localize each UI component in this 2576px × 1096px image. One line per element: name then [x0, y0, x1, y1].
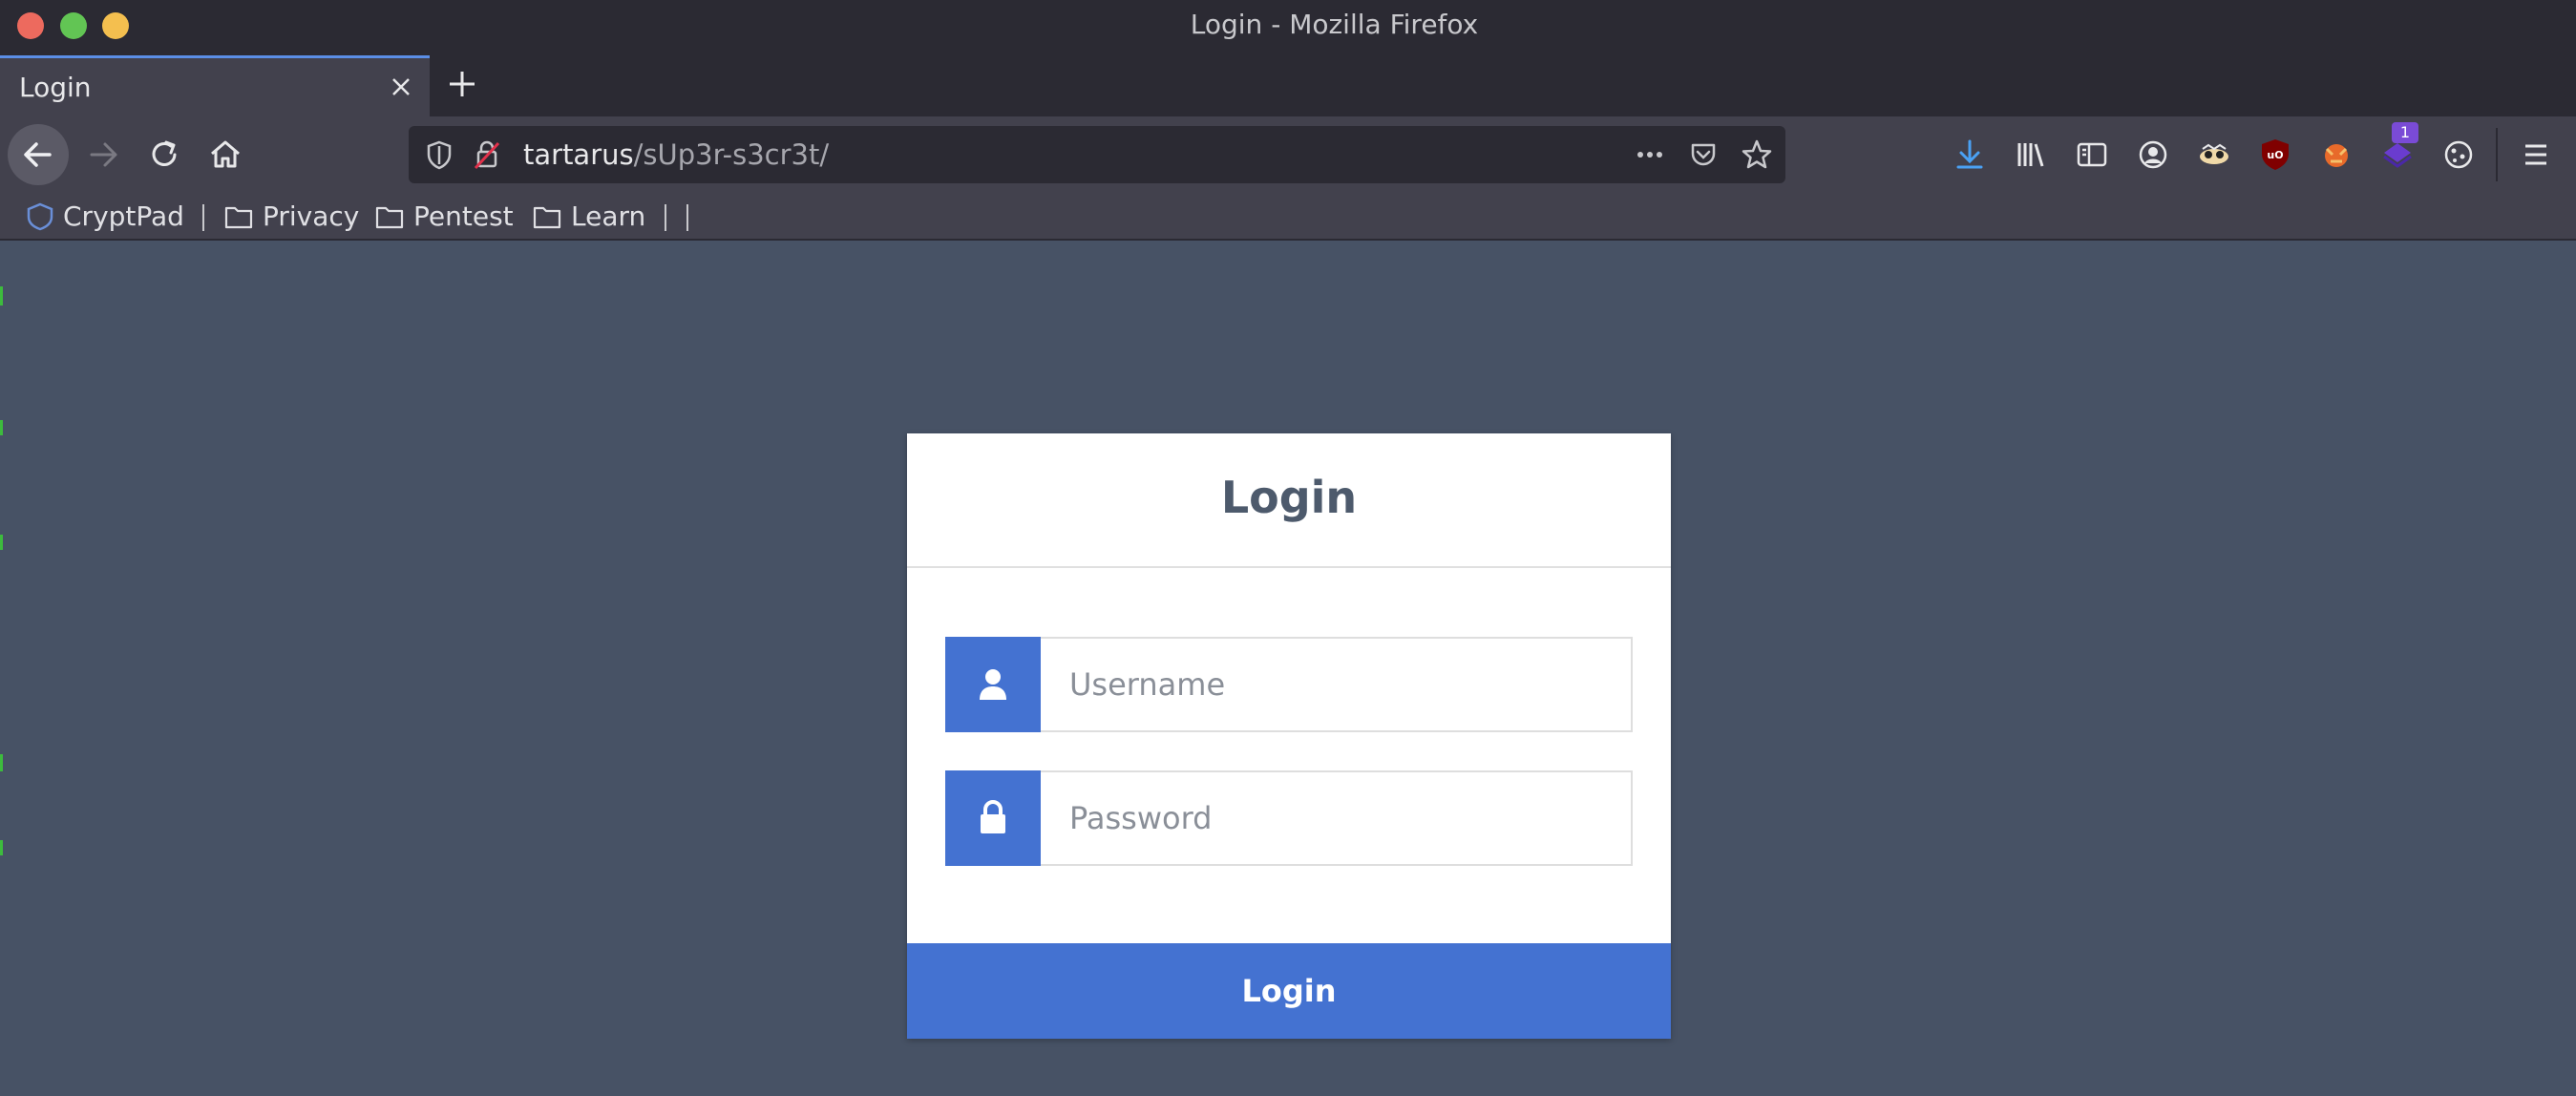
url-text[interactable]: tartarus/sUp3r-s3cr3t/ [523, 138, 829, 171]
tracking-protection-icon[interactable] [422, 137, 456, 172]
page-actions-icon[interactable] [1633, 137, 1667, 172]
insecure-connection-icon[interactable] [470, 137, 504, 172]
edge-mark [0, 754, 3, 771]
back-arrow-icon [24, 142, 52, 167]
back-button[interactable] [8, 124, 69, 185]
navigation-toolbar: tartarus/sUp3r-s3cr3t/ uO 1 [0, 116, 2576, 193]
menu-icon[interactable] [2517, 136, 2555, 174]
cookie-icon[interactable] [2439, 136, 2478, 174]
folder-icon [533, 206, 561, 229]
login-button[interactable]: Login [907, 943, 1671, 1039]
lock-icon [981, 800, 1005, 833]
edge-mark [0, 535, 3, 550]
url-host: tartarus [523, 138, 634, 171]
tab-label: Login [19, 72, 92, 103]
window-titlebar: Login - Mozilla Firefox [0, 0, 2576, 52]
password-input[interactable] [1041, 770, 1633, 866]
bookmark-folder-learn[interactable]: Learn [571, 200, 645, 232]
tab-strip: Login [0, 52, 2576, 116]
bookmark-folder-pentest[interactable]: Pentest [413, 200, 514, 232]
forward-arrow-icon[interactable] [82, 134, 124, 176]
cryptpad-icon [27, 202, 53, 231]
download-icon[interactable] [1951, 136, 1989, 174]
lock-icon-box [945, 770, 1041, 866]
bookmarks-toolbar: CryptPad Privacy Pentest Learn [0, 193, 2576, 241]
extension-icon[interactable] [2317, 136, 2355, 174]
account-icon[interactable] [2134, 136, 2172, 174]
window-title: Login - Mozilla Firefox [1190, 9, 1479, 40]
card-divider [907, 566, 1671, 568]
close-tab-icon[interactable] [386, 72, 416, 102]
extension-badge: 1 [2392, 122, 2418, 143]
svg-text:uO: uO [2267, 149, 2283, 161]
folder-icon [224, 206, 253, 229]
reload-icon[interactable] [143, 134, 185, 176]
tab-login[interactable]: Login [0, 55, 430, 116]
address-bar[interactable]: tartarus/sUp3r-s3cr3t/ [409, 126, 1785, 183]
bookmark-separator [665, 204, 666, 231]
folder-icon [375, 206, 404, 229]
url-path: /sUp3r-s3cr3t/ [633, 138, 830, 171]
password-field [945, 770, 1633, 866]
bookmark-separator [202, 204, 204, 231]
login-title: Login [1220, 472, 1358, 523]
bookmark-folder-privacy[interactable]: Privacy [263, 200, 359, 232]
pocket-icon[interactable] [1686, 137, 1721, 172]
bookmark-separator [686, 204, 688, 231]
ublock-icon[interactable]: uO [2256, 136, 2294, 174]
username-field [945, 637, 1633, 732]
toolbar-separator [2496, 128, 2498, 181]
user-icon-box [945, 637, 1041, 732]
user-icon [980, 669, 1006, 700]
edge-mark [0, 840, 3, 855]
bookmark-star-icon[interactable] [1740, 137, 1774, 172]
edge-mark [0, 286, 3, 306]
login-card: Login Login [907, 433, 1671, 1039]
library-icon[interactable] [2012, 136, 2050, 174]
username-input[interactable] [1041, 637, 1633, 732]
home-icon[interactable] [204, 134, 246, 176]
bookmark-cryptpad[interactable]: CryptPad [63, 200, 184, 232]
new-tab-icon[interactable] [445, 67, 479, 101]
sidebar-icon[interactable] [2073, 136, 2111, 174]
extension-icon[interactable] [2195, 136, 2233, 174]
edge-mark [0, 420, 3, 435]
